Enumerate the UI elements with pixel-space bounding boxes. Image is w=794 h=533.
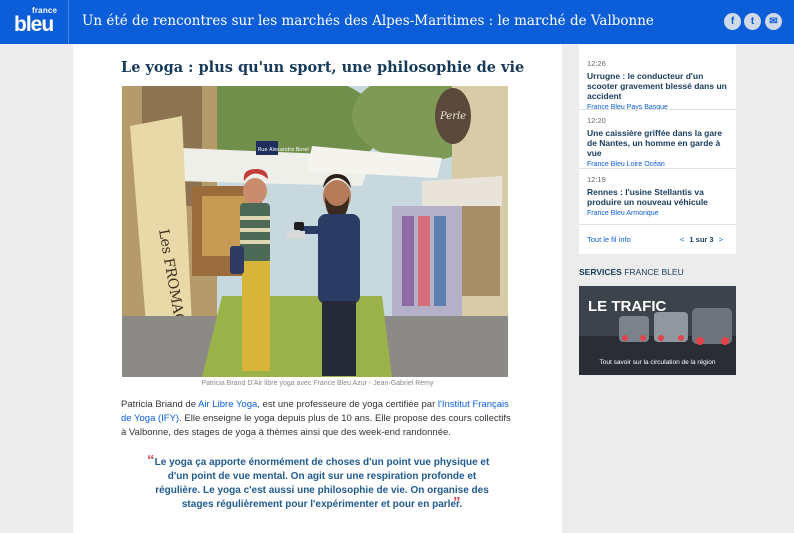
article-title: Le yoga : plus qu'un sport, une philosop…	[121, 59, 525, 76]
logo-big-text: bleu	[14, 13, 54, 36]
twitter-icon[interactable]: t	[744, 13, 761, 30]
pager-prev-button[interactable]: <	[680, 235, 684, 244]
photo-caption: Patricia Brand D'Air libre yoga avec Fra…	[201, 380, 434, 387]
paragraph-mid: , est une professeure de yoga certifiée …	[257, 399, 436, 410]
quote-close-mark: ”	[453, 494, 461, 511]
news-headline[interactable]: Rennes : l'usine Stellantis va produire …	[587, 187, 732, 207]
paragraph-intro: Patricia Briand de	[121, 399, 196, 410]
news-item[interactable]: 12:20 Une caissière griffée dans la gare…	[587, 116, 732, 168]
news-time: 12:20	[587, 116, 606, 125]
article-quote: Le yoga ça apporte énormément de choses …	[154, 457, 490, 510]
top-bar: france bleu Un été de rencontres sur les…	[0, 0, 794, 44]
traffic-banner[interactable]: LE TRAFIC Tout savoir sur la circulation…	[579, 286, 736, 375]
pager-status: 1 sur 3	[689, 235, 714, 244]
all-news-link[interactable]: Tout le fil info	[587, 235, 631, 244]
news-item[interactable]: 12:26 Urrugne : le conducteur d'un scoot…	[587, 59, 732, 111]
article-panel: Le yoga : plus qu'un sport, une philosop…	[73, 44, 562, 533]
services-bold: SERVICES	[579, 267, 622, 277]
paragraph-end: . Elle enseigne le yoga depuis plus de 1…	[121, 413, 511, 438]
news-separator	[579, 168, 736, 169]
news-source[interactable]: France Bleu Armorique	[587, 210, 732, 217]
news-pager: <1 sur 3 >	[675, 235, 728, 244]
article-paragraph: Patricia Briand de Air Libre Yoga, est u…	[121, 398, 516, 440]
services-heading: SERVICES FRANCE BLEU	[579, 267, 684, 277]
street-sign-text: Rue Alexandre Borel	[258, 147, 309, 153]
market-photo-illustration: Les FROMAGES Rue Alexandre Borel Perle	[122, 86, 508, 377]
perle-sign-text: Perle	[439, 111, 466, 122]
news-time: 12:26	[587, 59, 606, 68]
news-headline[interactable]: Une caissière griffée dans la gare de Na…	[587, 128, 732, 158]
mail-icon[interactable]: ✉	[765, 13, 782, 30]
header-title: Un été de rencontres sur les marchés des…	[82, 13, 654, 29]
news-separator	[579, 109, 736, 110]
france-bleu-logo[interactable]: france bleu	[14, 6, 58, 38]
news-time: 12:19	[587, 175, 606, 184]
facebook-icon[interactable]: f	[724, 13, 741, 30]
article-photo: Les FROMAGES Rue Alexandre Borel Perle	[122, 86, 508, 377]
news-item[interactable]: 12:19 Rennes : l'usine Stellantis va pro…	[587, 175, 732, 217]
news-source[interactable]: France Bleu Loire Océan	[587, 161, 732, 168]
services-rest: FRANCE BLEU	[621, 267, 684, 277]
traffic-subtitle: Tout savoir sur la circulation de la rég…	[599, 359, 716, 366]
news-feed-card: 12:26 Urrugne : le conducteur d'un scoot…	[579, 44, 736, 254]
air-libre-yoga-link[interactable]: Air Libre Yoga	[198, 399, 257, 410]
traffic-title: LE TRAFIC	[588, 298, 667, 315]
news-separator	[579, 224, 736, 225]
news-headline[interactable]: Urrugne : le conducteur d'un scooter gra…	[587, 71, 732, 101]
pager-next-button[interactable]: >	[719, 235, 723, 244]
header-divider	[68, 0, 69, 44]
